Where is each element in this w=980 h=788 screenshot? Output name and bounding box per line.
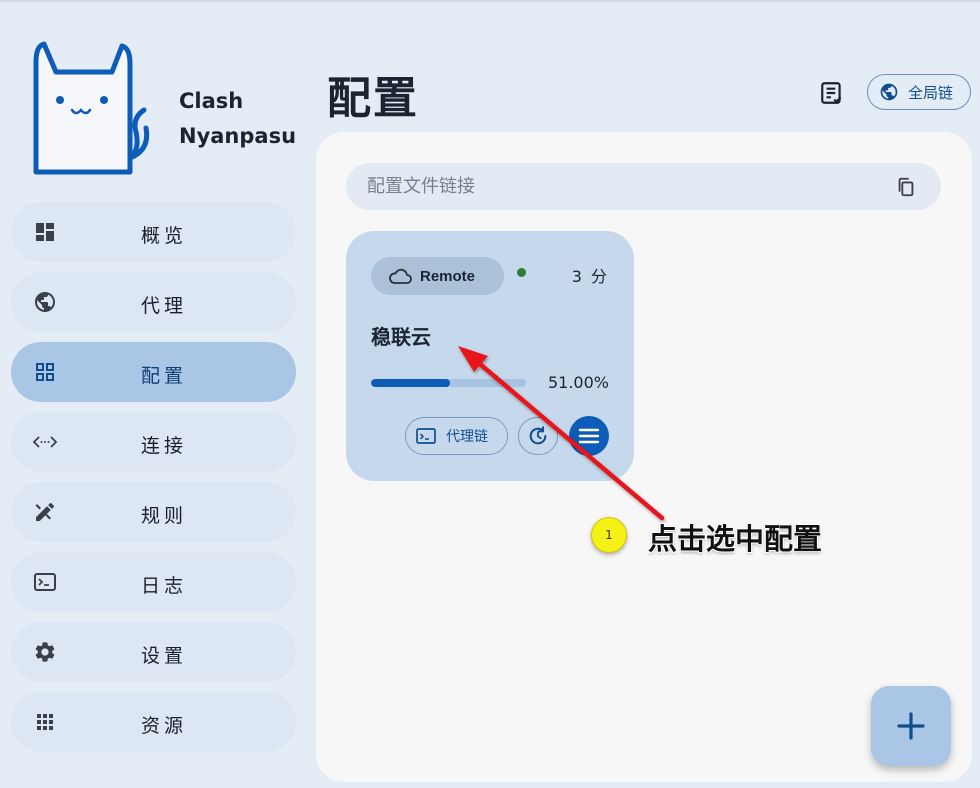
usage-progress-fill [371,379,451,387]
sidebar-item-settings[interactable]: 设置 [11,622,296,682]
app-name: Clash Nyanpasu [179,84,296,154]
profile-card[interactable]: Remote 3 分 稳联云 51.00% 代理链 [346,231,634,481]
globe-icon [35,292,55,312]
app-name-line1: Clash [179,89,244,113]
proxy-chain-button[interactable]: 代理链 [405,417,508,455]
global-chain-button[interactable]: 全局链 [867,74,971,110]
menu-icon [578,428,600,444]
sidebar-item-label: 规则 [141,505,188,527]
sidebar-item-logs[interactable]: 日志 [11,552,296,612]
window-top-border [0,0,980,2]
sidebar-item-rules[interactable]: 规则 [11,482,296,542]
usage-progress-bar [371,379,526,387]
profile-name: 稳联云 [371,325,431,349]
gear-icon [35,642,55,662]
profile-type-chip: Remote [371,257,504,295]
sidebar-item-label: 代理 [141,295,188,317]
proxy-chain-label: 代理链 [446,429,488,445]
paste-icon[interactable] [895,176,917,198]
terminal-icon [34,573,56,591]
sidebar-item-label: 资源 [141,715,188,737]
profile-menu-button[interactable] [569,416,609,456]
update-profile-button[interactable] [518,417,558,455]
sidebar-item-overview[interactable]: 概览 [11,202,296,262]
plus-icon [897,712,925,740]
sidebar-item-label: 概览 [141,225,188,247]
profile-type-label: Remote [420,267,476,285]
annotation-text: 点击选中配置 [648,522,823,556]
sidebar-item-label: 设置 [141,645,188,667]
add-profile-button[interactable] [871,686,951,766]
terminal-icon [416,428,436,444]
sidebar-item-proxy[interactable]: 代理 [11,272,296,332]
status-dot [517,268,526,277]
design-rules-icon [35,502,55,521]
sidebar-item-label: 配置 [141,365,188,387]
profile-update-time: 3 分 [571,267,609,286]
app-name-line2: Nyanpasu [179,124,297,148]
profile-url-field [346,163,941,210]
sidebar-item-profiles[interactable]: 配置 [11,342,296,402]
step-marker: 1 [591,517,627,553]
sidebar-item-label: 日志 [141,575,188,597]
page-title: 配置 [327,73,419,124]
cloud-icon [389,268,412,284]
global-chain-label: 全局链 [908,83,954,102]
edit-list-icon[interactable] [819,80,845,106]
sidebar-nav: 概览 代理 配置 连接 规则 日志 设置 资源 [11,202,296,762]
sidebar-item-resources[interactable]: 资源 [11,692,296,752]
app-logo-cat-icon [33,41,150,175]
globe-icon [880,83,898,101]
dashboard-icon [36,223,54,241]
sidebar-item-label: 连接 [141,435,188,457]
code-arrows-icon [33,436,57,448]
usage-percent: 51.00% [547,373,609,392]
refresh-clock-icon [529,426,547,445]
profile-url-input[interactable] [367,176,867,197]
apps-grid-icon [37,714,53,730]
grid-icon [36,363,54,381]
sidebar-item-connections[interactable]: 连接 [11,412,296,472]
